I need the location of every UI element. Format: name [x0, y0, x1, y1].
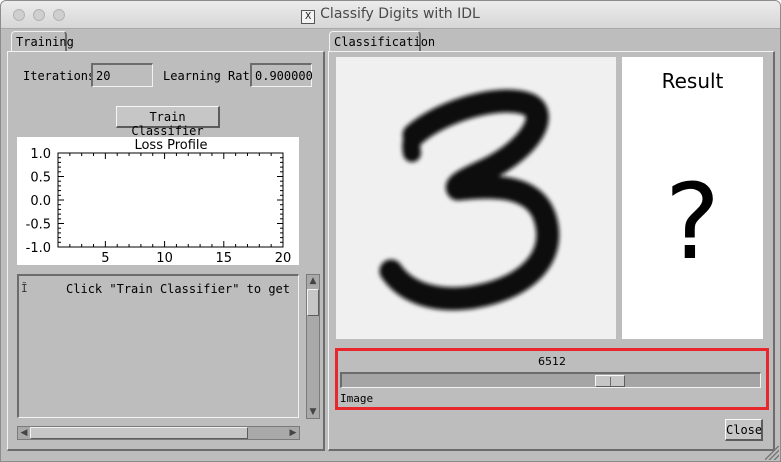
x-tick-label: 15 [216, 251, 233, 265]
chart-title: Loss Profile [134, 138, 207, 153]
window-title-text: Classify Digits with IDL [320, 6, 480, 22]
image-slider-thumb[interactable] [595, 375, 625, 387]
scroll-up-icon[interactable]: ▲ [307, 275, 319, 287]
scroll-left-icon[interactable]: ◀ [18, 427, 30, 439]
image-slider-section: 6512 Image [335, 348, 769, 410]
result-value: ? [664, 161, 721, 283]
loss-profile-chart: Loss Profile 1.0 0.5 0.0 -0.5 -1.0 5 10 15 20 [17, 137, 299, 266]
resize-grip-icon[interactable] [765, 446, 779, 460]
image-slider-track[interactable] [340, 372, 761, 388]
x-tick-label: 20 [275, 251, 292, 265]
title-bar[interactable]: X Classify Digits with IDL [1, 1, 780, 29]
x-tick-label: 10 [156, 251, 173, 265]
loss-profile-svg: Loss Profile 1.0 0.5 0.0 -0.5 -1.0 5 10 15 20 [26, 138, 292, 266]
text-cursor: Ĭ [21, 282, 28, 295]
log-horizontal-scrollbar[interactable]: ◀ ▶ [17, 426, 300, 440]
digit-three-drawing [379, 89, 560, 311]
iterations-label: Iterations [23, 69, 96, 83]
y-tick-label: 1.0 [30, 147, 51, 162]
train-classifier-button[interactable]: Train Classifier [116, 106, 220, 138]
training-panel: Iterations 20 Learning Rate 0.900000 Tra… [7, 51, 325, 451]
iterations-input[interactable]: 20 [91, 63, 153, 87]
vertical-scroll-thumb[interactable] [307, 289, 319, 316]
log-vertical-scrollbar[interactable]: ▲ ▼ [306, 274, 320, 419]
x11-icon: X [301, 10, 316, 24]
result-label: Result [661, 69, 724, 93]
slider-label: Image [340, 392, 374, 405]
scroll-right-icon[interactable]: ▶ [287, 427, 299, 439]
scroll-down-icon[interactable]: ▼ [307, 406, 319, 418]
y-tick-label: 0.0 [30, 194, 51, 209]
close-button[interactable]: Close [725, 419, 763, 441]
tab-training[interactable]: Training [11, 31, 74, 51]
tab-classification[interactable]: Classification [329, 31, 435, 51]
log-text: Click "Train Classifier" to get [66, 282, 290, 296]
y-tick-label: 0.5 [30, 171, 51, 186]
plot-frame [57, 152, 284, 248]
classification-panel: Result ? 6512 Image Close [328, 51, 775, 451]
digit-image [336, 57, 616, 339]
log-text-area[interactable]: Ĭ Click "Train Classifier" to get [17, 274, 299, 418]
result-box: Result ? [622, 57, 763, 339]
horizontal-scroll-thumb[interactable] [30, 427, 248, 439]
learning-rate-label: Learning Rate [163, 69, 257, 83]
learning-rate-input[interactable]: 0.900000 [250, 63, 313, 87]
window-title: X Classify Digits with IDL [1, 6, 780, 24]
y-tick-label: -1.0 [26, 241, 51, 256]
slider-value: 6512 [538, 355, 566, 368]
y-tick-label: -0.5 [26, 218, 51, 233]
app-window: X Classify Digits with IDL Training Itera… [0, 0, 781, 462]
x-tick-label: 5 [101, 251, 109, 265]
